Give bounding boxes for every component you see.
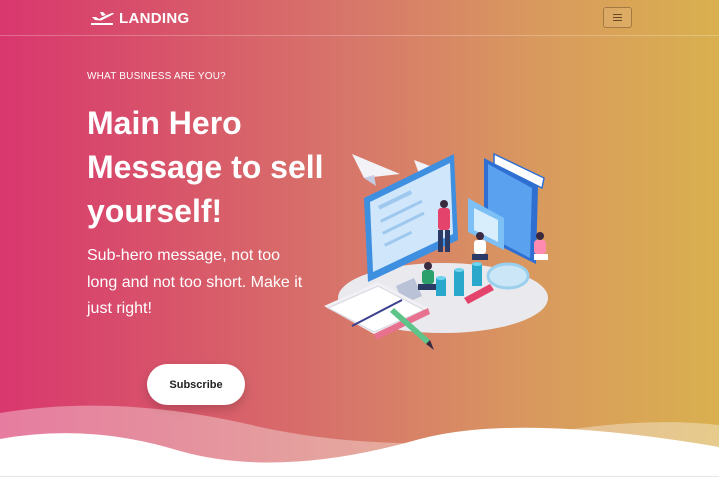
section-divider xyxy=(0,476,719,477)
airplane-takeoff-icon xyxy=(89,6,115,30)
brand-name: LANDING xyxy=(119,9,190,27)
hero-wave-divider xyxy=(0,405,719,494)
hero-section: LANDING WHAT BUSINESS ARE YOU? Main Hero… xyxy=(0,0,719,494)
menu-toggle-button[interactable] xyxy=(603,7,632,28)
hero-subheadline: Sub-hero message, not too long and not t… xyxy=(87,247,303,317)
hero-headline: Main Hero Message to sell yourself! xyxy=(87,105,324,229)
hero-eyebrow: WHAT BUSINESS ARE YOU? xyxy=(87,71,226,82)
hamburger-menu-icon xyxy=(613,14,622,21)
navbar: LANDING xyxy=(0,0,719,36)
hero-illustration xyxy=(324,152,548,350)
brand-link[interactable]: LANDING xyxy=(89,7,189,29)
paper-plane-icon xyxy=(352,154,400,178)
